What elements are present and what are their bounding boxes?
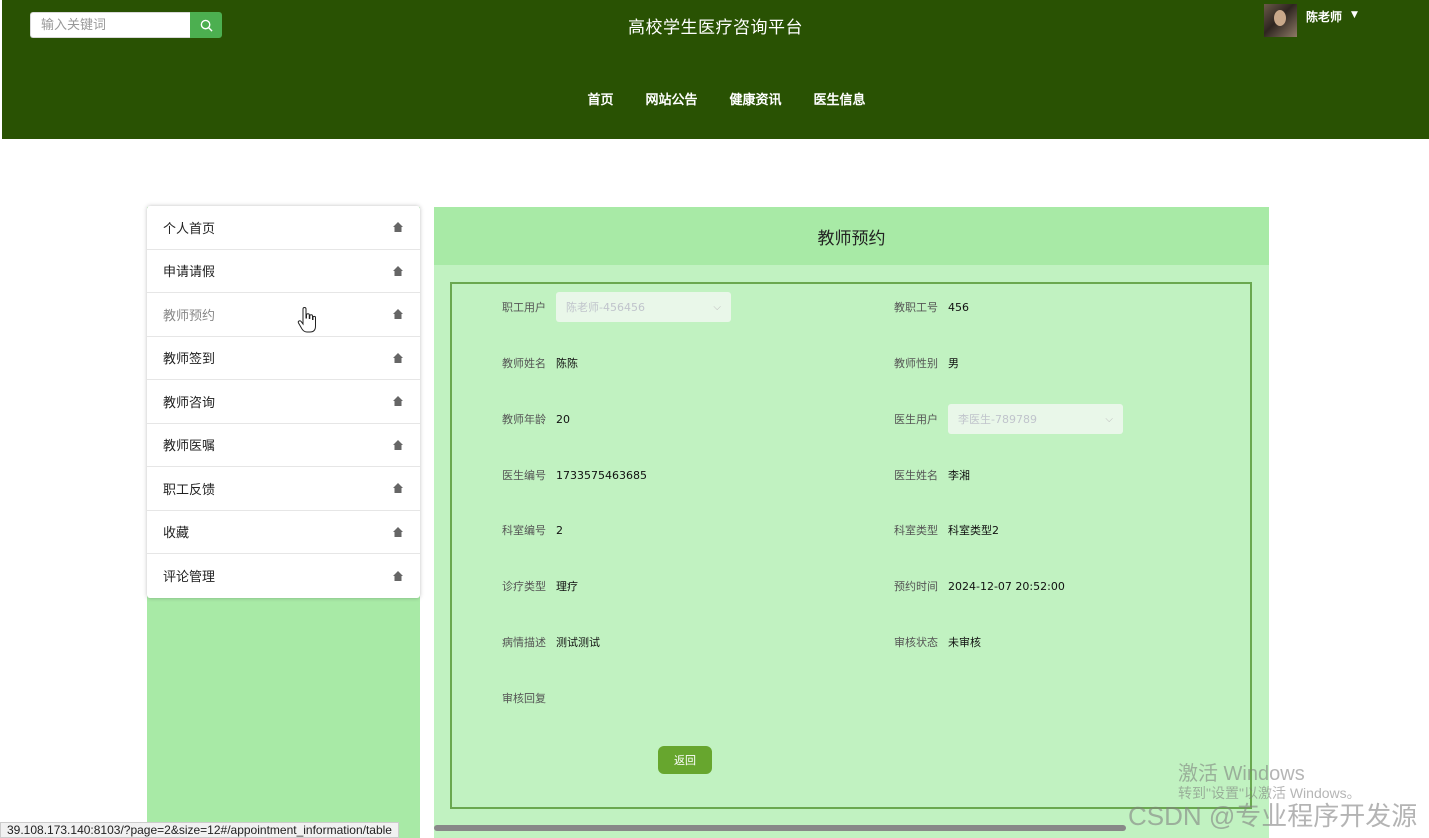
field-value: 男 bbox=[948, 357, 959, 370]
chevron-down-icon: ⌵ bbox=[713, 301, 721, 313]
field-teacher-name: 教师姓名 陈陈 bbox=[502, 348, 578, 378]
field-teacher-gender: 教师性别 男 bbox=[894, 348, 959, 378]
field-value: 1733575463685 bbox=[556, 468, 647, 482]
field-label: 医生姓名 bbox=[894, 469, 938, 482]
field-staff-user: 职工用户 陈老师-456456 ⌵ bbox=[502, 292, 731, 322]
user-menu[interactable]: 陈老师 ▼ bbox=[1264, 4, 1358, 37]
home-icon bbox=[392, 395, 404, 407]
horizontal-scrollbar[interactable] bbox=[434, 825, 1126, 831]
site-title: 高校学生医疗咨询平台 bbox=[628, 18, 803, 38]
field-label: 医生用户 bbox=[894, 413, 938, 426]
caret-down-icon[interactable]: ▼ bbox=[1351, 10, 1358, 20]
avatar[interactable] bbox=[1264, 4, 1297, 37]
home-icon bbox=[392, 352, 404, 364]
doctor-user-select[interactable]: 李医生-789789 ⌵ bbox=[948, 404, 1123, 434]
field-value: 2024-12-07 20:52:00 bbox=[948, 579, 1065, 593]
field-label: 教师年龄 bbox=[502, 413, 546, 426]
sidebar-item-label: 申请请假 bbox=[163, 265, 216, 281]
field-review-reply: 审核回复 bbox=[502, 683, 556, 713]
sidebar-item-label: 个人首页 bbox=[163, 221, 216, 237]
field-label: 病情描述 bbox=[502, 636, 546, 649]
sidebar-item-checkin[interactable]: 教师签到 bbox=[147, 337, 420, 380]
field-value: 陈陈 bbox=[556, 357, 578, 370]
nav-home[interactable]: 首页 bbox=[587, 89, 613, 108]
sidebar-menu: 个人首页 申请请假 教师预约 教师签到 教师咨询 教师医嘱 职工反馈 收藏 评论… bbox=[147, 206, 420, 598]
field-value: 20 bbox=[556, 412, 570, 426]
select-value: 陈老师-456456 bbox=[566, 301, 645, 314]
user-name[interactable]: 陈老师 bbox=[1306, 8, 1342, 25]
field-label: 教师姓名 bbox=[502, 357, 546, 370]
sidebar-item-orders[interactable]: 教师医嘱 bbox=[147, 424, 420, 467]
activate-windows-title: 激活 Windows bbox=[1178, 763, 1305, 785]
field-label: 科室类型 bbox=[894, 524, 938, 537]
sidebar-item-label: 收藏 bbox=[163, 526, 190, 542]
sidebar-item-leave[interactable]: 申请请假 bbox=[147, 250, 420, 293]
home-icon bbox=[392, 265, 404, 277]
csdn-watermark: CSDN @专业程序开发源 bbox=[1128, 801, 1418, 831]
field-value: 科室类型2 bbox=[948, 524, 999, 537]
sidebar-item-consult[interactable]: 教师咨询 bbox=[147, 380, 420, 424]
home-icon bbox=[392, 221, 404, 233]
page-title: 教师预约 bbox=[434, 207, 1269, 265]
sidebar-item-appointment[interactable]: 教师预约 bbox=[147, 293, 420, 337]
sidebar-item-feedback[interactable]: 职工反馈 bbox=[147, 467, 420, 511]
home-icon bbox=[392, 570, 404, 582]
main-nav: 首页 网站公告 健康资讯 医生信息 bbox=[2, 89, 1429, 108]
top-header: 高校学生医疗咨询平台 陈老师 ▼ 首页 网站公告 健康资讯 医生信息 bbox=[2, 0, 1429, 139]
browser-status-url: 39.108.173.140:8103/?page=2&size=12#/app… bbox=[0, 822, 399, 838]
sidebar-item-label: 教师签到 bbox=[163, 352, 216, 368]
sidebar-item-label: 教师医嘱 bbox=[163, 439, 216, 455]
field-treat-type: 诊疗类型 理疗 bbox=[502, 571, 578, 601]
sidebar-item-label: 教师预约 bbox=[163, 308, 216, 324]
main-panel: 教师预约 职工用户 陈老师-456456 ⌵ 教职工号 456 教师姓名 陈陈 … bbox=[434, 207, 1269, 838]
field-label: 职工用户 bbox=[502, 301, 546, 314]
field-label: 医生编号 bbox=[502, 469, 546, 482]
appointment-form: 职工用户 陈老师-456456 ⌵ 教职工号 456 教师姓名 陈陈 教师性别 … bbox=[450, 282, 1252, 809]
field-appoint-time: 预约时间 2024-12-07 20:52:00 bbox=[894, 571, 1065, 601]
field-condition: 病情描述 测试测试 bbox=[502, 627, 600, 657]
field-label: 科室编号 bbox=[502, 524, 546, 537]
field-value: 未审核 bbox=[948, 636, 981, 649]
field-doctor-name: 医生姓名 李湘 bbox=[894, 460, 970, 490]
home-icon bbox=[392, 482, 404, 494]
field-label: 诊疗类型 bbox=[502, 580, 546, 593]
field-teacher-age: 教师年龄 20 bbox=[502, 404, 570, 434]
sidebar-item-favorites[interactable]: 收藏 bbox=[147, 511, 420, 554]
field-label: 教职工号 bbox=[894, 301, 938, 314]
chevron-down-icon: ⌵ bbox=[1105, 413, 1113, 425]
field-value: 456 bbox=[948, 300, 969, 314]
field-label: 审核状态 bbox=[894, 636, 938, 649]
field-value: 理疗 bbox=[556, 580, 578, 593]
sidebar-item-profile[interactable]: 个人首页 bbox=[147, 206, 420, 250]
home-icon bbox=[392, 526, 404, 538]
field-dept-type: 科室类型 科室类型2 bbox=[894, 515, 999, 545]
select-value: 李医生-789789 bbox=[958, 413, 1037, 426]
field-label: 预约时间 bbox=[894, 580, 938, 593]
field-value: 2 bbox=[556, 523, 563, 537]
field-review-status: 审核状态 未审核 bbox=[894, 627, 981, 657]
nav-health-news[interactable]: 健康资讯 bbox=[730, 89, 782, 108]
home-icon bbox=[392, 308, 404, 320]
field-doctor-no: 医生编号 1733575463685 bbox=[502, 460, 647, 490]
field-label: 审核回复 bbox=[502, 692, 546, 705]
field-value: 测试测试 bbox=[556, 636, 600, 649]
field-staff-no: 教职工号 456 bbox=[894, 292, 969, 322]
field-dept-no: 科室编号 2 bbox=[502, 515, 563, 545]
field-value: 李湘 bbox=[948, 469, 970, 482]
sidebar-item-comments[interactable]: 评论管理 bbox=[147, 554, 420, 598]
hand-cursor-icon bbox=[297, 307, 316, 333]
staff-user-select[interactable]: 陈老师-456456 ⌵ bbox=[556, 292, 731, 322]
nav-doctor-info[interactable]: 医生信息 bbox=[814, 89, 866, 108]
nav-announcements[interactable]: 网站公告 bbox=[645, 89, 697, 108]
sidebar-item-label: 职工反馈 bbox=[163, 482, 216, 498]
field-label: 教师性别 bbox=[894, 357, 938, 370]
field-doctor-user: 医生用户 李医生-789789 ⌵ bbox=[894, 404, 1123, 434]
back-button[interactable]: 返回 bbox=[658, 746, 712, 774]
home-icon bbox=[392, 439, 404, 451]
sidebar-item-label: 评论管理 bbox=[163, 570, 216, 586]
sidebar-item-label: 教师咨询 bbox=[163, 395, 216, 411]
